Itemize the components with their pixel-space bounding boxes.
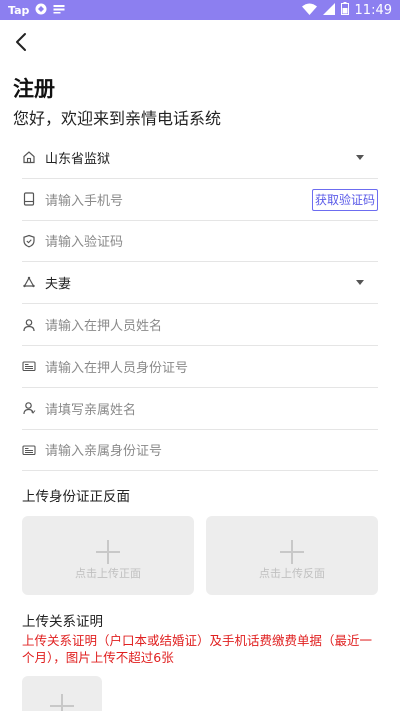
person-icon <box>23 402 36 415</box>
upload-id-back[interactable]: 点击上传反面 <box>206 516 378 595</box>
plus-icon <box>50 694 74 711</box>
phone-field[interactable]: 请输入手机号 获取验证码 <box>22 179 378 221</box>
sim-icon <box>53 4 65 17</box>
prison-value: 山东省监狱 <box>45 151 111 167</box>
android-debug-icon <box>35 3 47 18</box>
battery-icon <box>340 2 349 19</box>
register-form: 山东省监狱 请输入手机号 获取验证码 请输入验证码 夫妻 请输入在押人员姓名 请… <box>22 137 378 472</box>
upload-relation-proof[interactable] <box>22 676 102 711</box>
page-subtitle: 您好，欢迎来到亲情电话系统 <box>13 109 222 128</box>
relative-name-field[interactable]: 请填写亲属姓名 <box>22 388 378 430</box>
recycle-icon <box>23 276 35 287</box>
upload-back-label: 点击上传反面 <box>259 567 325 580</box>
status-left: Tap <box>8 3 65 18</box>
back-button[interactable] <box>12 30 34 54</box>
upload-notice: 上传关系证明（户口本或结婚证）及手机话费缴费单据（最近一个月），图片上传不超过6… <box>22 633 373 665</box>
signal-icon <box>322 2 335 19</box>
id-card-icon <box>22 445 36 456</box>
relation-select[interactable]: 夫妻 <box>22 262 378 305</box>
home-icon <box>23 151 35 164</box>
status-bar: Tap 11:49 <box>0 0 400 20</box>
upload-front-label: 点击上传正面 <box>75 567 141 580</box>
tap-logo-icon: Tap <box>8 4 30 17</box>
page-title: 注册 <box>13 77 55 101</box>
clock-time: 11:49 <box>354 3 392 18</box>
wifi-icon <box>301 3 317 19</box>
inmate-id-field[interactable]: 请输入在押人员身份证号 <box>22 346 378 388</box>
inmate-id-input[interactable]: 请输入在押人员身份证号 <box>45 357 378 376</box>
prison-select[interactable]: 山东省监狱 <box>22 137 378 179</box>
relative-name-input[interactable]: 请填写亲属姓名 <box>45 399 378 418</box>
plus-icon <box>280 539 304 564</box>
id-upload-title: 上传身份证正反面 <box>22 489 130 505</box>
person-icon <box>23 318 35 331</box>
inmate-name-field[interactable]: 请输入在押人员姓名 <box>22 304 378 346</box>
id-card-icon <box>22 361 36 372</box>
chevron-left-icon <box>16 33 26 51</box>
dropdown-caret-icon <box>356 155 364 160</box>
dropdown-caret-icon <box>356 280 364 286</box>
relation-value: 夫妻 <box>45 277 72 293</box>
relative-id-field[interactable]: 请输入亲属身份证号 <box>22 430 378 472</box>
upload-id-front[interactable]: 点击上传正面 <box>22 516 194 595</box>
code-input[interactable]: 请输入验证码 <box>45 231 378 250</box>
shield-icon <box>23 234 35 248</box>
phone-icon <box>23 192 35 206</box>
relative-id-input[interactable]: 请输入亲属身份证号 <box>45 440 378 459</box>
relation-upload-title: 上传关系证明 <box>22 614 103 630</box>
get-code-button[interactable]: 获取验证码 <box>311 188 378 211</box>
plus-icon <box>96 539 120 564</box>
status-right: 11:49 <box>301 2 392 19</box>
inmate-name-input[interactable]: 请输入在押人员姓名 <box>45 315 378 334</box>
code-field[interactable]: 请输入验证码 <box>22 221 378 263</box>
